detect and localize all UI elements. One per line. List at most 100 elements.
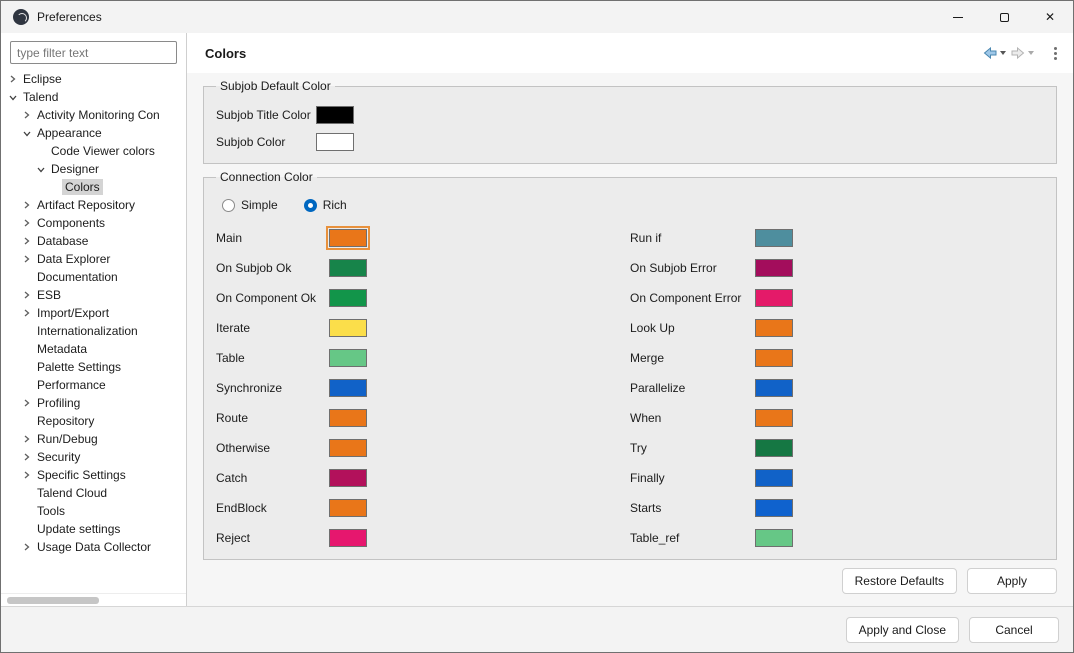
close-button[interactable]: ✕ [1027,1,1073,33]
tree-item-repository[interactable]: Repository [1,412,186,430]
tree-item-label: Import/Export [37,306,110,320]
tree-item-appearance[interactable]: Appearance [1,124,186,142]
color-swatch-catch[interactable] [329,469,367,487]
maximize-icon [999,12,1009,22]
tree-item-colors[interactable]: Colors [1,178,186,196]
tree-item-eclipse[interactable]: Eclipse [1,70,186,88]
tree-item-usage-data-collector[interactable]: Usage Data Collector [1,538,186,556]
radio-simple[interactable]: Simple [222,198,278,212]
chevron-right-icon[interactable] [19,398,34,408]
color-swatch-merge[interactable] [755,349,793,367]
tree-item-specific-settings[interactable]: Specific Settings [1,466,186,484]
color-swatch-on-component-ok[interactable] [329,289,367,307]
tree-item-performance[interactable]: Performance [1,376,186,394]
color-swatch-main[interactable] [326,226,370,250]
chevron-right-icon[interactable] [19,452,34,462]
chevron-right-icon[interactable] [19,236,34,246]
tree-item-components[interactable]: Components [1,214,186,232]
tree-item-designer[interactable]: Designer [1,160,186,178]
radio-rich-icon[interactable] [303,198,317,212]
cancel-button[interactable]: Cancel [969,616,1059,643]
color-swatch-table-ref[interactable] [755,529,793,547]
tree-item-label: Repository [37,414,95,428]
apply-button[interactable]: Apply [967,568,1057,594]
tree-item-documentation[interactable]: Documentation [1,268,186,286]
forward-dropdown-caret[interactable] [1028,51,1034,55]
tree-item-import-export[interactable]: Import/Export [1,304,186,322]
color-swatch-try[interactable] [755,439,793,457]
chevron-right-icon[interactable] [19,542,34,552]
chevron-right-icon[interactable] [19,470,34,480]
chevron-right-icon[interactable] [19,254,34,264]
tree-item-database[interactable]: Database [1,232,186,250]
tree-item-label: Tools [37,504,66,518]
restore-defaults-button[interactable]: Restore Defaults [841,568,957,594]
color-label: Finally [630,471,665,485]
color-swatch-when[interactable] [755,409,793,427]
tree-item-profiling[interactable]: Profiling [1,394,186,412]
chevron-right-icon[interactable] [19,434,34,444]
color-swatch-endblock[interactable] [329,499,367,517]
connection-row-table: Table [216,349,630,367]
chevron-right-icon[interactable] [19,110,34,120]
chevron-right-icon[interactable] [19,200,34,210]
view-menu-icon[interactable] [1050,43,1061,64]
forward-button[interactable] [1008,42,1036,64]
filter-input[interactable] [10,41,177,64]
color-swatch-subjob-title-color[interactable] [316,106,354,124]
tree-item-code-viewer-colors[interactable]: Code Viewer colors [1,142,186,160]
tree-item-label: Profiling [37,396,81,410]
color-swatch-route[interactable] [329,409,367,427]
radio-simple-icon[interactable] [222,198,235,212]
color-swatch-on-subjob-error[interactable] [755,259,793,277]
tree-item-talend-cloud[interactable]: Talend Cloud [1,484,186,502]
chevron-down-icon[interactable] [33,165,48,174]
tree-item-update-settings[interactable]: Update settings [1,520,186,538]
tree-item-data-explorer[interactable]: Data Explorer [1,250,186,268]
color-swatch-iterate[interactable] [329,319,367,337]
color-swatch-otherwise[interactable] [329,439,367,457]
maximize-button[interactable] [981,1,1027,33]
tree-item-esb[interactable]: ESB [1,286,186,304]
color-swatch-table[interactable] [329,349,367,367]
radio-rich[interactable]: Rich [303,198,347,212]
minimize-button[interactable] [935,1,981,33]
color-swatch-parallelize[interactable] [755,379,793,397]
tree-item-label: Components [37,216,106,230]
color-swatch-on-subjob-ok[interactable] [329,259,367,277]
tree-item-run-debug[interactable]: Run/Debug [1,430,186,448]
color-label: When [630,411,662,425]
tree-item-artifact-repository[interactable]: Artifact Repository [1,196,186,214]
back-button[interactable] [980,42,1008,64]
chevron-right-icon[interactable] [19,218,34,228]
scrollbar-thumb[interactable] [7,596,99,604]
tree-item-security[interactable]: Security [1,448,186,466]
chevron-right-icon[interactable] [19,308,34,318]
color-swatch-look-up[interactable] [755,319,793,337]
color-swatch-subjob-color[interactable] [316,133,354,151]
connection-row-on-component-error: On Component Error [630,289,1044,307]
color-label: Otherwise [216,441,271,455]
sidebar-horizontal-scrollbar[interactable] [1,593,186,606]
tree-item-internationalization[interactable]: Internationalization [1,322,186,340]
color-swatch-synchronize[interactable] [329,379,367,397]
tree-item-talend[interactable]: Talend [1,88,186,106]
color-swatch-on-component-error[interactable] [755,289,793,307]
color-swatch-reject[interactable] [329,529,367,547]
chevron-down-icon[interactable] [19,129,34,138]
apply-and-close-button[interactable]: Apply and Close [845,616,959,643]
tree-item-tools[interactable]: Tools [1,502,186,520]
chevron-right-icon[interactable] [5,74,20,84]
tree-item-metadata[interactable]: Metadata [1,340,186,358]
color-swatch-starts[interactable] [755,499,793,517]
pane-buttons: Restore Defaults Apply [187,568,1073,606]
back-dropdown-caret[interactable] [1000,51,1006,55]
tree-item-label: Run/Debug [37,432,98,446]
chevron-right-icon[interactable] [19,290,34,300]
color-swatch-finally[interactable] [755,469,793,487]
chevron-down-icon[interactable] [5,93,20,102]
back-arrow-icon [983,46,997,60]
tree-item-activity-monitoring-con[interactable]: Activity Monitoring Con [1,106,186,124]
color-swatch-run-if[interactable] [755,229,793,247]
tree-item-palette-settings[interactable]: Palette Settings [1,358,186,376]
